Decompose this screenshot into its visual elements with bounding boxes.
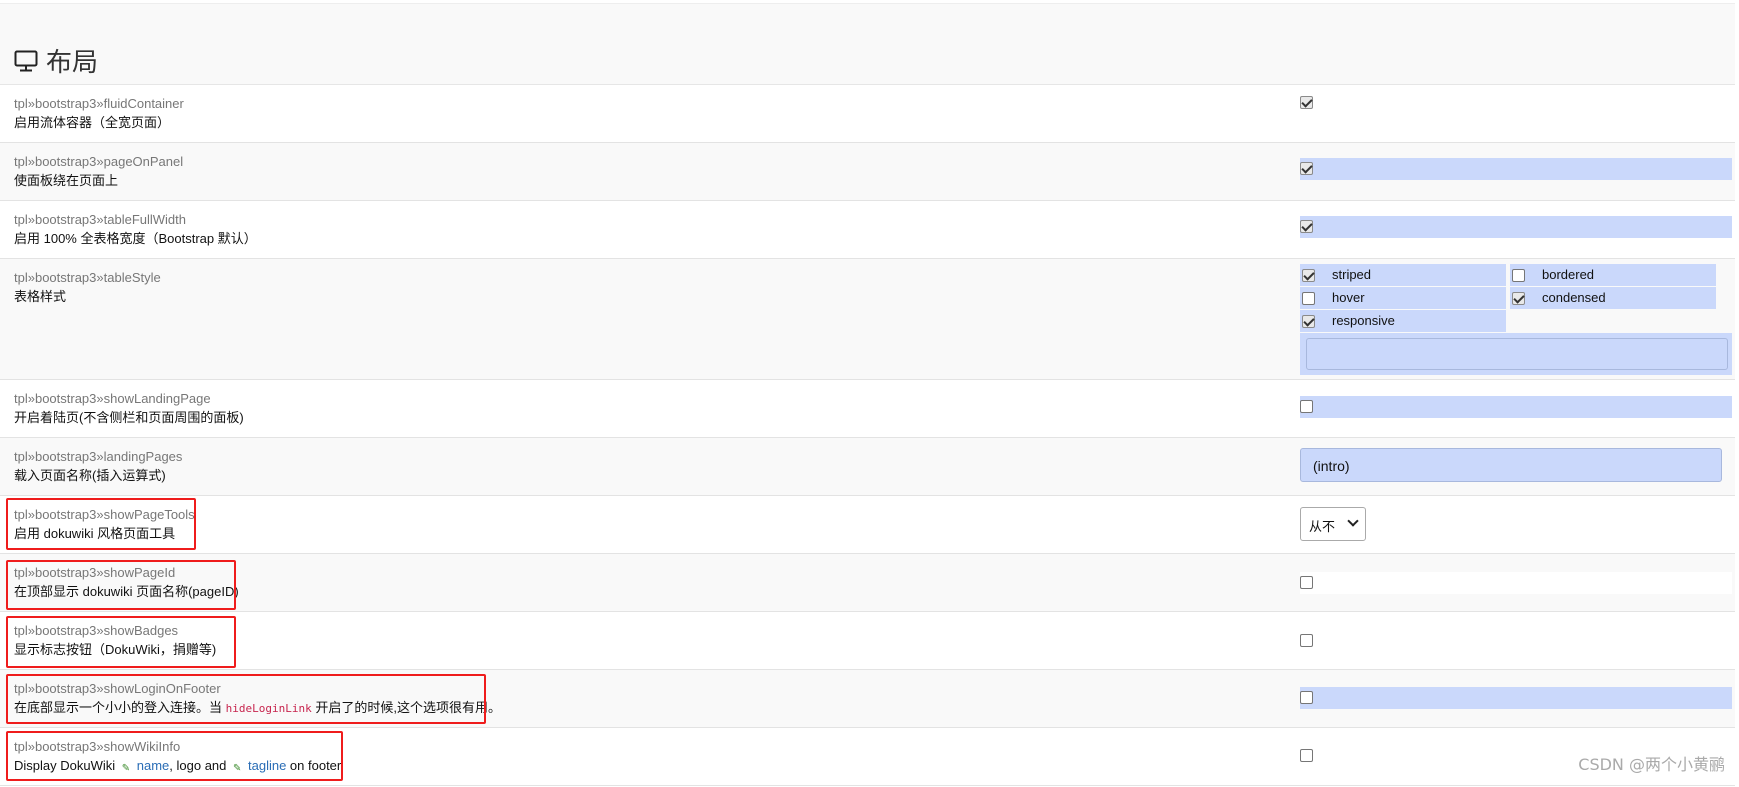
setting-description: 使面板绕在页面上 [14, 173, 119, 188]
setting-row-show-login-on-footer: tpl»bootstrap3»showLoginOnFooter 在底部显示一个… [0, 670, 1735, 728]
table-style-option-responsive[interactable]: responsive [1300, 310, 1506, 332]
show-wiki-info-checkbox[interactable] [1300, 749, 1313, 762]
section-header: 布局 [0, 3, 1735, 85]
setting-row-fluid-container: tpl»bootstrap3»fluidContainer 启用流体容器（全宽页… [0, 85, 1735, 143]
select-value: 从不 [1309, 519, 1336, 534]
annotation-box [6, 560, 236, 610]
hover-checkbox[interactable] [1302, 292, 1315, 305]
responsive-checkbox[interactable] [1302, 315, 1315, 328]
setting-description: 载入页面名称(插入运算式) [14, 468, 166, 483]
setting-description: 表格样式 [14, 289, 67, 304]
setting-row-table-full-width: tpl»bootstrap3»tableFullWidth 启用 100% 全表… [0, 201, 1735, 259]
table-style-extra-input[interactable] [1306, 338, 1728, 370]
setting-description: 启用流体容器（全宽页面） [14, 115, 171, 130]
show-page-tools-select[interactable]: 从不 [1300, 507, 1366, 541]
table-style-option-striped[interactable]: striped [1300, 264, 1506, 286]
setting-key: tpl»bootstrap3»tableStyle [14, 270, 161, 285]
show-page-id-checkbox[interactable] [1300, 576, 1313, 589]
option-label: hover [1332, 290, 1365, 305]
setting-row-show-page-id: tpl»bootstrap3»showPageId 在顶部显示 dokuwiki… [0, 554, 1735, 612]
annotation-box [6, 731, 343, 781]
watermark: CSDN @两个小黄鹂 [1578, 755, 1725, 774]
table-style-option-condensed[interactable]: condensed [1510, 287, 1716, 309]
show-login-on-footer-checkbox[interactable] [1300, 691, 1313, 704]
table-style-option-bordered[interactable]: bordered [1510, 264, 1716, 286]
setting-key: tpl»bootstrap3»fluidContainer [14, 96, 184, 111]
setting-row-show-page-tools: tpl»bootstrap3»showPageTools 启用 dokuwiki… [0, 496, 1735, 554]
setting-row-show-landing-page: tpl»bootstrap3»showLandingPage 开启着陆页(不含侧… [0, 380, 1735, 438]
setting-row-landing-pages: tpl»bootstrap3»landingPages 载入页面名称(插入运算式… [0, 438, 1735, 496]
annotation-box [6, 498, 196, 550]
monitor-icon [14, 50, 38, 71]
setting-key: tpl»bootstrap3»pageOnPanel [14, 154, 184, 169]
section-title-text: 布局 [46, 48, 99, 78]
annotation-box [6, 616, 236, 668]
setting-row-table-style: tpl»bootstrap3»tableStyle 表格样式 striped b… [0, 259, 1735, 380]
bordered-checkbox[interactable] [1512, 269, 1525, 282]
input-background [1300, 572, 1732, 594]
show-badges-checkbox[interactable] [1300, 634, 1313, 647]
annotation-box [6, 674, 486, 724]
landing-pages-value: (intro) [1313, 458, 1350, 474]
section-title: 布局 [14, 42, 98, 79]
changed-highlight [1300, 158, 1732, 180]
page-on-panel-checkbox[interactable] [1300, 162, 1313, 175]
changed-highlight [1300, 216, 1732, 238]
fluid-container-checkbox[interactable] [1300, 96, 1313, 109]
setting-row-page-on-panel: tpl»bootstrap3»pageOnPanel 使面板绕在页面上 [0, 143, 1735, 201]
setting-description: 开启着陆页(不含侧栏和页面周围的面板) [14, 410, 244, 425]
setting-description: 启用 100% 全表格宽度（Bootstrap 默认） [14, 231, 257, 246]
setting-key: tpl»bootstrap3»landingPages [14, 449, 183, 464]
landing-pages-input[interactable]: (intro) [1300, 448, 1722, 482]
config-page: 布局 tpl»bootstrap3»fluidContainer 启用流体容器（… [0, 0, 1739, 787]
show-landing-page-checkbox[interactable] [1300, 400, 1313, 413]
settings-table: tpl»bootstrap3»fluidContainer 启用流体容器（全宽页… [0, 85, 1735, 786]
condensed-checkbox[interactable] [1512, 292, 1525, 305]
setting-row-show-badges: tpl»bootstrap3»showBadges 显示标志按钮（DokuWik… [0, 612, 1735, 670]
striped-checkbox[interactable] [1302, 269, 1315, 282]
setting-key: tpl»bootstrap3»showLandingPage [14, 391, 211, 406]
table-style-option-hover[interactable]: hover [1300, 287, 1506, 309]
option-label: striped [1332, 267, 1372, 282]
setting-row-show-wiki-info: tpl»bootstrap3»showWikiInfo Display Doku… [0, 728, 1735, 786]
table-full-width-checkbox[interactable] [1300, 220, 1313, 233]
chevron-down-icon [1347, 515, 1359, 527]
changed-highlight [1300, 687, 1732, 709]
option-label: bordered [1542, 267, 1595, 282]
setting-key: tpl»bootstrap3»tableFullWidth [14, 212, 186, 227]
option-label: condensed [1542, 290, 1606, 305]
option-label: responsive [1332, 313, 1395, 328]
changed-highlight [1300, 396, 1732, 418]
